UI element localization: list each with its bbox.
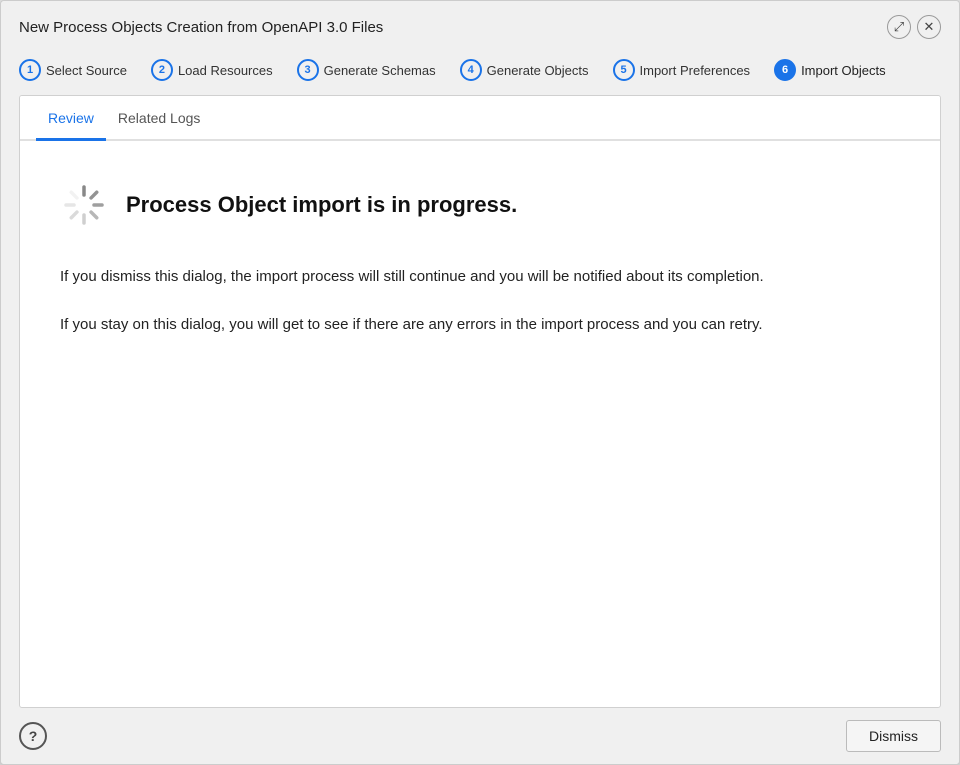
status-row: Process Object import is in progress. <box>60 181 900 229</box>
dismiss-button[interactable]: Dismiss <box>846 720 941 752</box>
step-circle-5: 5 <box>613 59 635 81</box>
step-4[interactable]: 4 Generate Objects <box>460 59 589 81</box>
info-paragraph-2: If you stay on this dialog, you will get… <box>60 313 900 337</box>
step-2[interactable]: 2 Load Resources <box>151 59 273 81</box>
help-button[interactable]: ? <box>19 722 47 750</box>
tab-review[interactable]: Review <box>36 96 106 141</box>
spinner-icon <box>60 181 108 229</box>
step-6[interactable]: 6 Import Objects <box>774 59 886 81</box>
step-circle-4: 4 <box>460 59 482 81</box>
footer: ? Dismiss <box>1 708 959 764</box>
step-label-2: Load Resources <box>178 63 273 78</box>
title-bar: New Process Objects Creation from OpenAP… <box>1 1 959 49</box>
step-circle-2: 2 <box>151 59 173 81</box>
info-paragraph-1: If you dismiss this dialog, the import p… <box>60 265 900 289</box>
expand-button[interactable]: ⤢ <box>887 15 911 39</box>
step-label-3: Generate Schemas <box>324 63 436 78</box>
step-circle-6: 6 <box>774 59 796 81</box>
panel-content: Process Object import is in progress. If… <box>20 141 940 707</box>
step-circle-1: 1 <box>19 59 41 81</box>
panel: ReviewRelated Logs <box>19 95 941 708</box>
step-label-4: Generate Objects <box>487 63 589 78</box>
step-1[interactable]: 1 Select Source <box>19 59 127 81</box>
step-label-5: Import Preferences <box>640 63 751 78</box>
status-title: Process Object import is in progress. <box>126 192 517 218</box>
content-area: ReviewRelated Logs <box>1 95 959 708</box>
step-5[interactable]: 5 Import Preferences <box>613 59 751 81</box>
tabs: ReviewRelated Logs <box>20 96 940 141</box>
step-circle-3: 3 <box>297 59 319 81</box>
dialog: New Process Objects Creation from OpenAP… <box>0 0 960 765</box>
step-label-1: Select Source <box>46 63 127 78</box>
title-bar-buttons: ⤢ ✕ <box>887 15 941 39</box>
wizard-steps: 1 Select Source 2 Load Resources 3 Generate S… <box>1 49 959 95</box>
tab-related-logs[interactable]: Related Logs <box>106 96 213 141</box>
step-label-6: Import Objects <box>801 63 886 78</box>
dialog-title: New Process Objects Creation from OpenAP… <box>19 19 383 36</box>
close-button[interactable]: ✕ <box>917 15 941 39</box>
step-3[interactable]: 3 Generate Schemas <box>297 59 436 81</box>
